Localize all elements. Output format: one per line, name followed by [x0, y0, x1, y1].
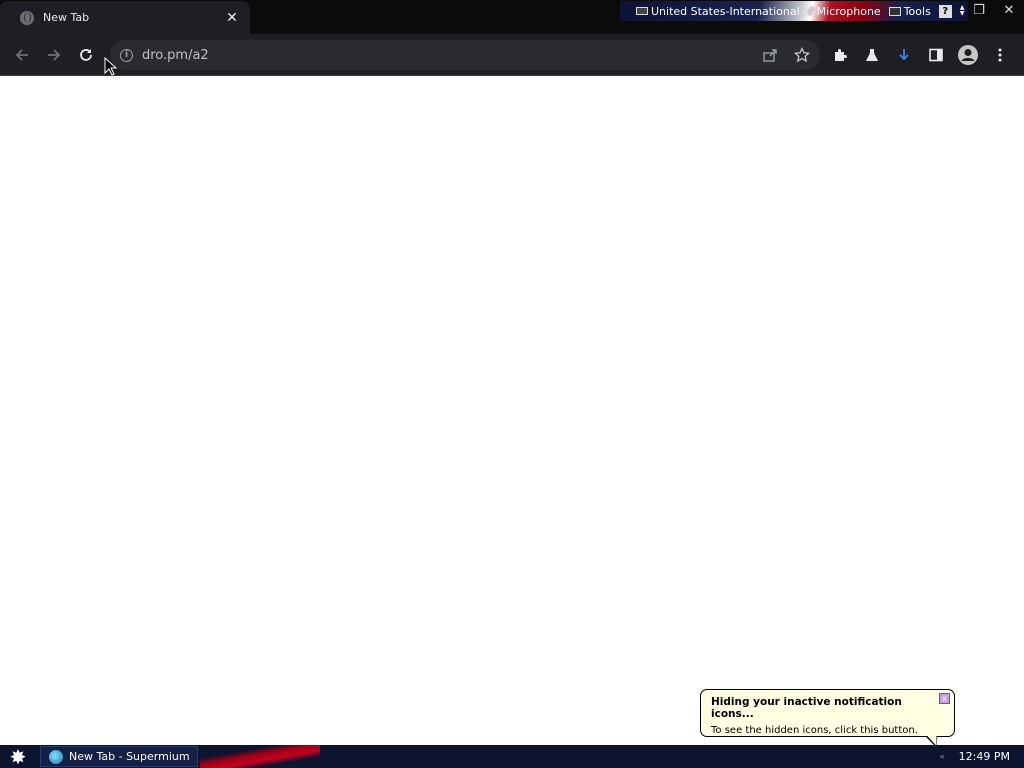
flask-icon [866, 49, 878, 61]
toolbar-actions [828, 43, 1012, 67]
microphone-label: Microphone [816, 4, 881, 18]
taskbar-item-label: New Tab - Supermium [69, 750, 190, 763]
window-controls: ❐ ✕ [964, 0, 1024, 20]
keyboard-icon [636, 7, 648, 15]
reload-icon [80, 49, 92, 61]
page-content[interactable] [0, 77, 1024, 745]
menu-button[interactable] [988, 43, 1012, 67]
profile-button[interactable] [956, 43, 980, 67]
show-hidden-icons-button[interactable]: « [940, 752, 945, 761]
bookmark-button[interactable] [790, 43, 814, 67]
restore-button[interactable]: ❐ [964, 3, 994, 18]
desktop-screen: New Tab ✕ United States-International Mi… [0, 0, 1024, 768]
tools-icon [888, 6, 901, 16]
star-icon [794, 47, 810, 63]
tab-strip: New Tab ✕ United States-International Mi… [0, 0, 1024, 34]
close-window-button[interactable]: ✕ [994, 3, 1024, 18]
start-button[interactable]: ✸ [0, 745, 36, 768]
language-selector[interactable]: United States-International [636, 5, 800, 18]
notification-balloon[interactable]: Hiding your inactive notification icons.… [700, 689, 955, 737]
puzzle-icon [835, 49, 847, 61]
side-panel-icon [929, 48, 943, 62]
side-panel-button[interactable] [924, 43, 948, 67]
microphone-icon [805, 5, 816, 17]
balloon-close-button[interactable]: x [939, 693, 950, 704]
url-text: dro.pm/a2 [142, 47, 209, 63]
arrow-right-icon [48, 49, 61, 61]
balloon-title: Hiding your inactive notification icons.… [711, 696, 902, 720]
language-bar: United States-International Microphone T… [620, 1, 968, 21]
tools-button[interactable]: Tools [888, 4, 931, 18]
more-vertical-icon [998, 48, 1002, 62]
microphone-button[interactable]: Microphone [805, 4, 881, 18]
taskbar-item-browser[interactable]: New Tab - Supermium [40, 746, 198, 767]
arrow-left-icon [15, 49, 28, 61]
back-button[interactable] [10, 43, 34, 67]
balloon-body: To see the hidden icons, click this butt… [711, 725, 918, 736]
language-label: United States-International [651, 4, 800, 18]
supermium-icon [49, 749, 63, 764]
tab-close-button[interactable]: ✕ [224, 10, 240, 26]
browser-toolbar: i dro.pm/a2 [0, 34, 1024, 76]
system-tray: « 12:49 PM [940, 745, 1024, 768]
share-button[interactable] [758, 43, 782, 67]
avatar-icon [958, 45, 978, 65]
clock[interactable]: 12:49 PM [959, 750, 1010, 763]
forward-button[interactable] [42, 43, 66, 67]
reload-button[interactable] [74, 43, 98, 67]
tab-title: New Tab [43, 11, 90, 24]
download-icon [899, 49, 909, 61]
labs-button[interactable] [860, 43, 884, 67]
site-info-icon[interactable]: i [120, 48, 133, 62]
share-icon [763, 49, 777, 62]
taskbar: ✸ New Tab - Supermium « 12:49 PM [0, 745, 1024, 768]
globe-icon [20, 10, 34, 25]
downloads-button[interactable] [892, 43, 916, 67]
mouse-cursor-icon [104, 57, 118, 76]
extensions-button[interactable] [828, 43, 852, 67]
address-bar[interactable]: i dro.pm/a2 [110, 40, 820, 70]
taskbar-decoration [200, 745, 320, 768]
help-icon[interactable]: ? [938, 4, 952, 18]
tools-label: Tools [903, 4, 931, 18]
browser-tab[interactable]: New Tab ✕ [0, 1, 250, 34]
